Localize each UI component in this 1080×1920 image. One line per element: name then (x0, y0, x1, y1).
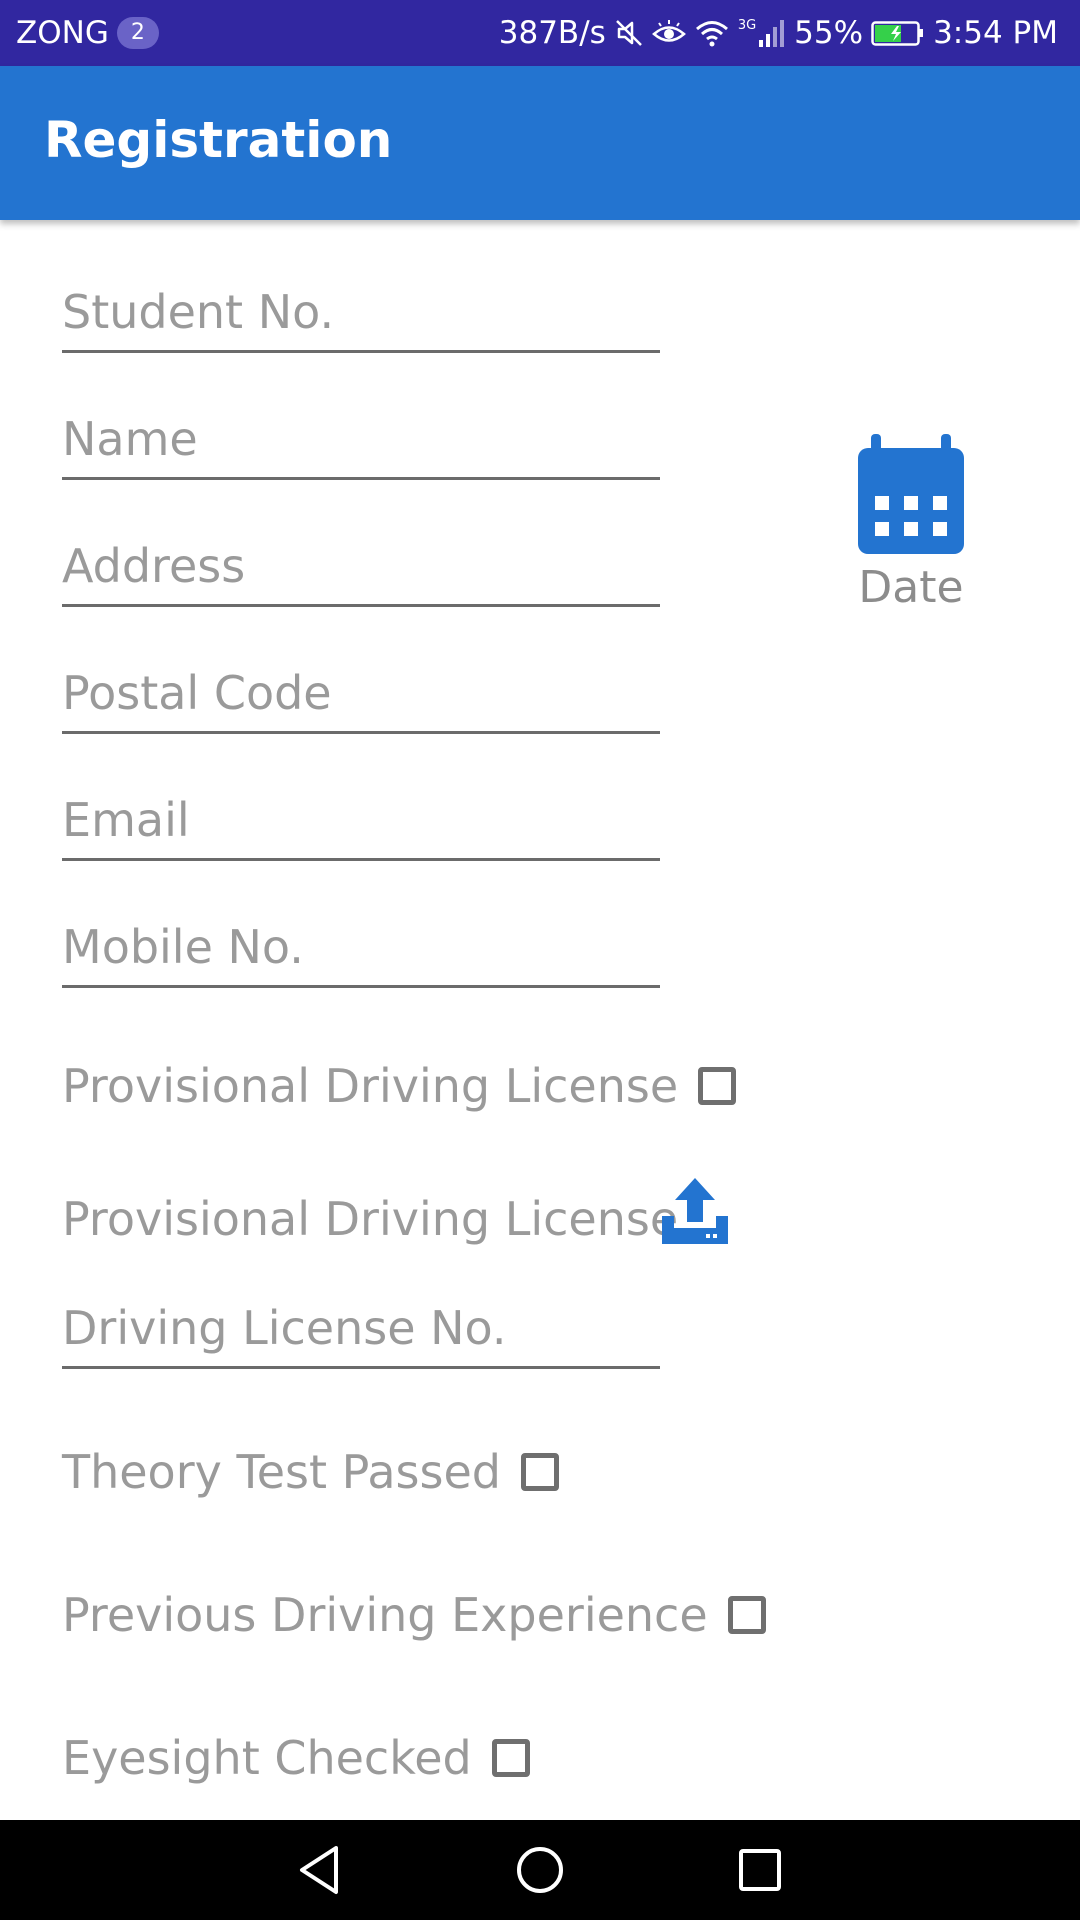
address-field-wrapper (62, 528, 660, 608)
mobile-no-field-wrapper (62, 909, 660, 989)
date-picker-button[interactable]: Date (856, 434, 966, 613)
provisional-license-checkbox[interactable] (698, 1067, 737, 1105)
student-no-input[interactable] (62, 274, 660, 353)
driving-license-no-field-wrapper (62, 1290, 660, 1370)
network-speed: 387B/s (498, 15, 606, 51)
recents-icon[interactable] (732, 1842, 788, 1898)
provisional-license-label: Provisional Driving License (62, 1059, 679, 1113)
name-input[interactable] (62, 401, 660, 480)
home-icon[interactable] (512, 1842, 568, 1898)
navigation-bar (0, 1820, 1080, 1920)
upload-icon[interactable] (660, 1176, 730, 1250)
clock: 3:54 PM (933, 15, 1058, 51)
app-bar: Registration (0, 66, 1080, 220)
battery-percent: 55% (794, 15, 864, 51)
carrier-name: ZONG (16, 15, 109, 51)
previous-experience-row: Previous Driving Experience (62, 1583, 766, 1647)
mute-icon (614, 18, 644, 48)
network-type: 3G (737, 17, 757, 33)
eyesight-checkbox[interactable] (491, 1739, 530, 1777)
wifi-icon (694, 18, 730, 48)
name-field-wrapper (62, 401, 660, 481)
calendar-icon (858, 434, 964, 558)
theory-test-label: Theory Test Passed (62, 1445, 501, 1499)
postal-code-field-wrapper (62, 655, 660, 735)
sim-slot-badge: 2 (116, 17, 159, 49)
status-bar: ZONG 2 387B/s 3G 55% 3:54 PM (0, 0, 1080, 66)
address-input[interactable] (62, 528, 660, 607)
previous-experience-checkbox[interactable] (727, 1596, 766, 1634)
status-bar-left: ZONG 2 (16, 0, 159, 66)
mobile-no-input[interactable] (62, 909, 660, 988)
theory-test-row: Theory Test Passed (62, 1440, 559, 1504)
status-bar-right: 387B/s 3G 55% 3:54 PM (499, 0, 1058, 66)
page-title: Registration (44, 111, 393, 169)
eyesight-row: Eyesight Checked (62, 1726, 530, 1790)
provisional-license-row: Provisional Driving License (62, 1054, 737, 1118)
eye-comfort-icon (651, 18, 686, 48)
date-label: Date (858, 562, 964, 613)
postal-code-input[interactable] (62, 655, 660, 734)
theory-test-checkbox[interactable] (520, 1453, 559, 1491)
provisional-license-upload-label: Provisional Driving License (62, 1192, 679, 1246)
driving-license-no-input[interactable] (62, 1290, 660, 1369)
student-no-field-wrapper (62, 274, 660, 354)
previous-experience-label: Previous Driving Experience (62, 1588, 708, 1642)
email-field-wrapper (62, 782, 660, 862)
email-input[interactable] (62, 782, 660, 861)
back-icon[interactable] (292, 1842, 348, 1898)
battery-charging-icon (871, 18, 925, 48)
signal-icon (758, 18, 786, 48)
eyesight-label: Eyesight Checked (62, 1731, 472, 1785)
